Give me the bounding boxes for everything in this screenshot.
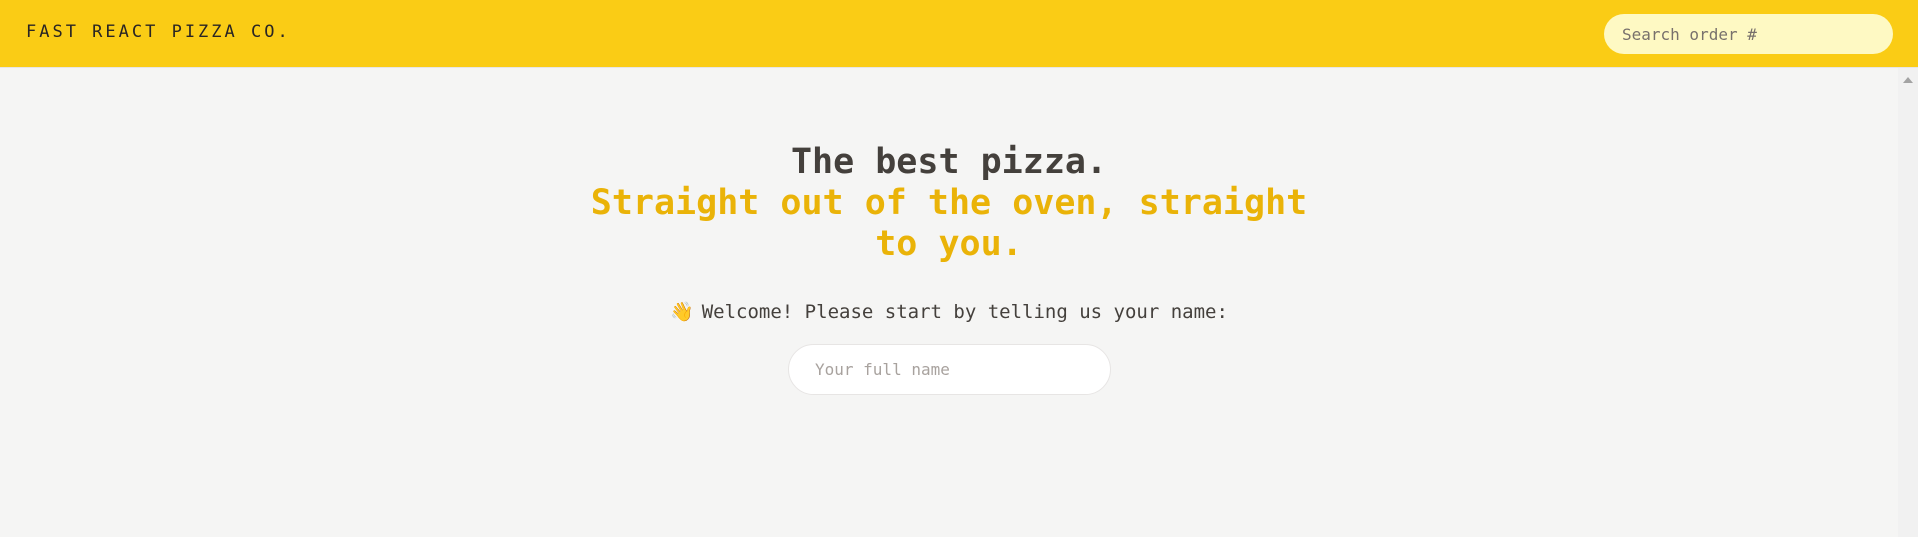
welcome-text: Welcome! Please start by telling us your… — [701, 301, 1228, 323]
waving-hand-icon: 👋 — [670, 301, 694, 323]
search-order-input[interactable] — [1604, 14, 1893, 54]
vertical-scrollbar[interactable] — [1898, 68, 1918, 537]
hero-heading: The best pizza. Straight out of the oven… — [0, 142, 1898, 265]
welcome-message: 👋 Welcome! Please start by telling us you… — [0, 300, 1898, 323]
app-header: FAST REACT PIZZA CO. — [0, 0, 1918, 68]
logo-link[interactable]: FAST REACT PIZZA CO. — [26, 22, 291, 42]
full-name-input[interactable] — [788, 344, 1111, 395]
scroll-up-arrow-icon[interactable] — [1903, 77, 1913, 83]
hero-subtitle: Straight out of the oven, straight to yo… — [590, 183, 1308, 264]
hero-title: The best pizza. — [790, 142, 1108, 182]
